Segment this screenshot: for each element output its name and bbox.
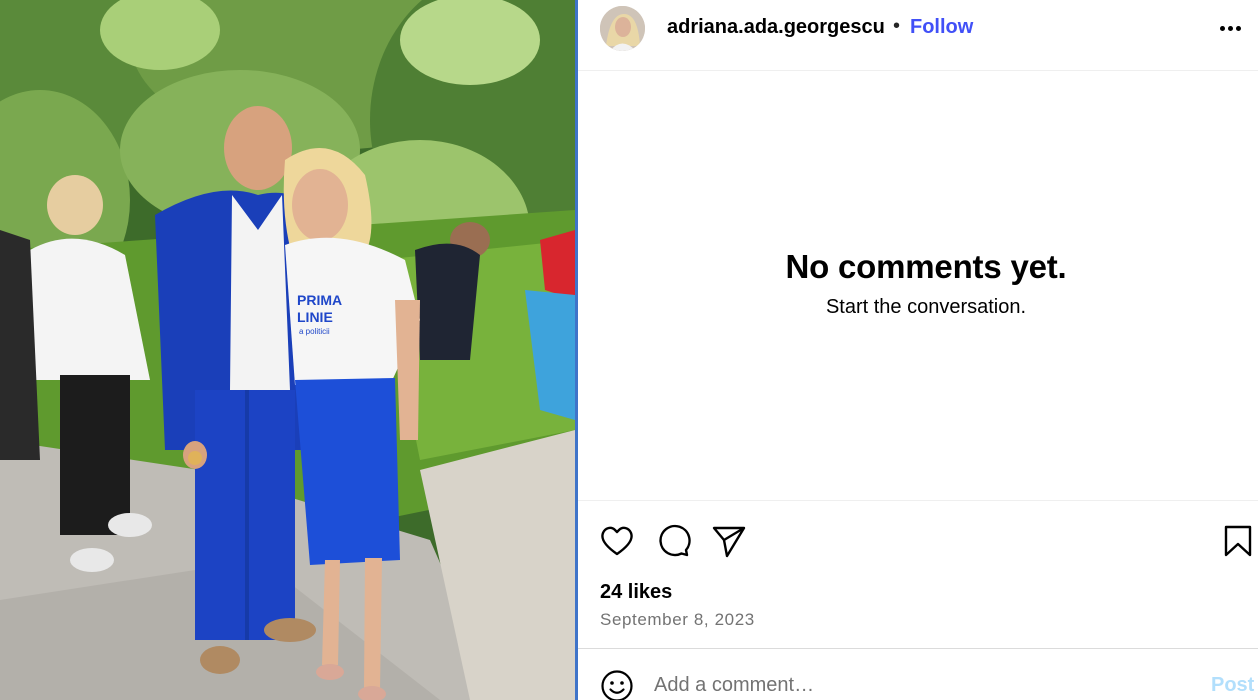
post-date: September 8, 2023: [600, 610, 755, 629]
heart-icon[interactable]: [599, 523, 635, 559]
follow-button[interactable]: Follow: [910, 16, 973, 39]
emoji-icon[interactable]: [600, 669, 634, 700]
post-comment-button[interactable]: Post: [1211, 674, 1254, 697]
comment-icon[interactable]: [655, 523, 691, 559]
post-photo[interactable]: PRIMA LINIE a politicii: [0, 0, 575, 700]
separator-dot: •: [893, 15, 901, 37]
likes-count[interactable]: 24 likes: [600, 581, 672, 604]
username[interactable]: adriana.ada.georgescu: [667, 16, 885, 39]
comments-empty-state: No comments yet. Start the conversation.: [578, 248, 1258, 319]
comment-composer: Post: [578, 648, 1258, 700]
post-header: adriana.ada.georgescu • Follow: [578, 0, 1258, 71]
shirt-text-line2: LINIE: [297, 309, 333, 325]
post-sidebar: adriana.ada.georgescu • Follow No commen…: [578, 0, 1258, 700]
action-bar: 24 likes September 8, 2023: [578, 500, 1258, 648]
shirt-text-line3: a politicii: [299, 327, 330, 336]
share-icon[interactable]: [711, 523, 747, 559]
empty-subtitle: Start the conversation.: [825, 296, 1027, 318]
more-options-icon[interactable]: [1218, 16, 1244, 40]
empty-title: No comments yet.: [785, 248, 1067, 285]
bookmark-icon[interactable]: [1220, 523, 1256, 559]
shirt-text-line1: PRIMA: [297, 292, 342, 308]
comment-input[interactable]: [654, 671, 1174, 699]
avatar[interactable]: [600, 6, 645, 51]
